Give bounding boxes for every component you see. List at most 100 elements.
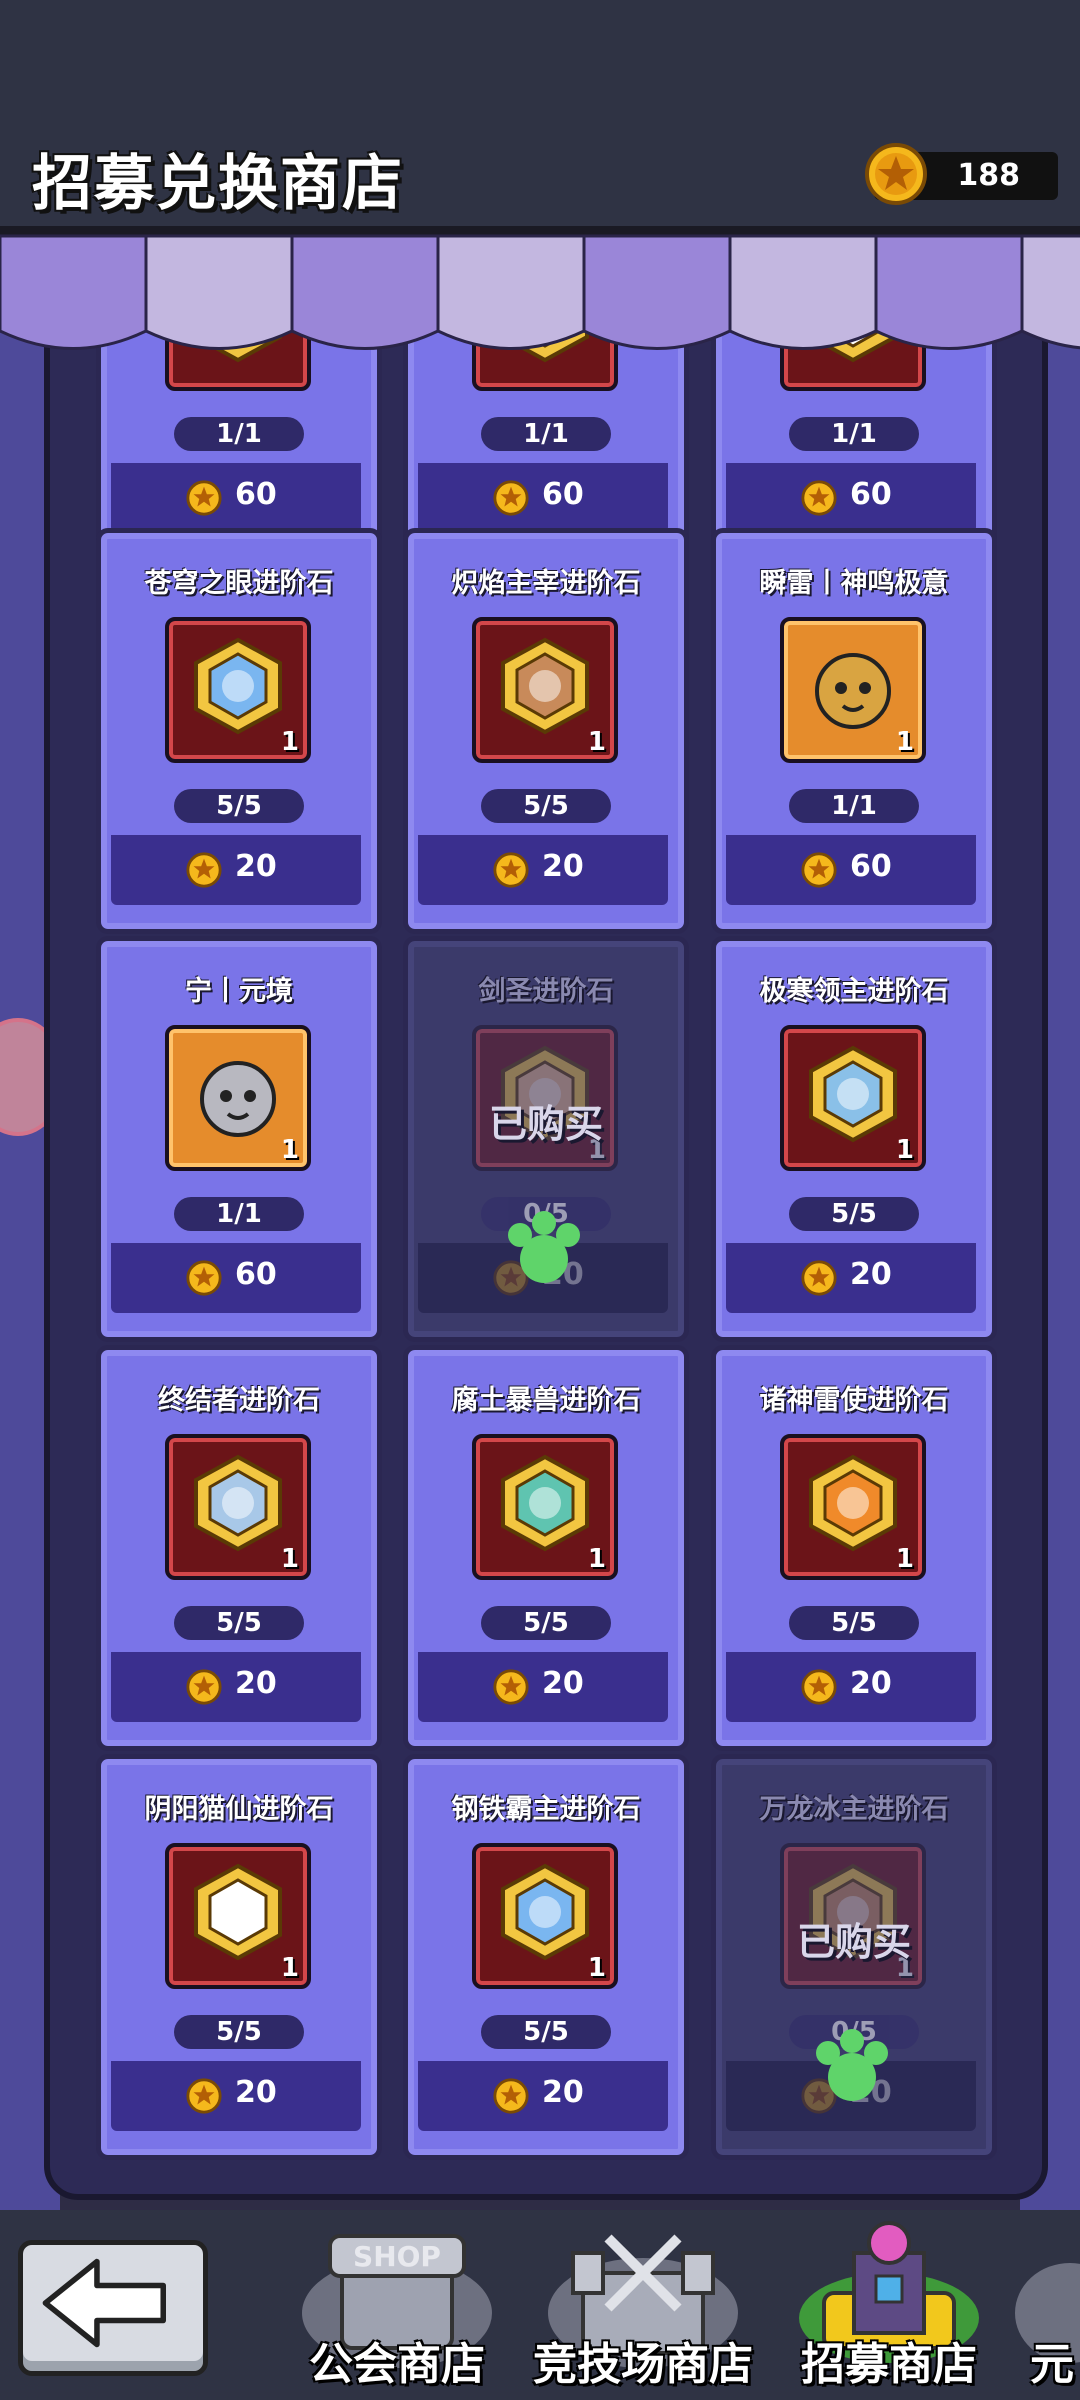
shop-item-card[interactable]: 极寒领主进阶石 1 5/5 20 xyxy=(711,936,997,1342)
item-quantity: 1 xyxy=(895,1135,914,1165)
shop-screen: 招募兑换商店 188 1/1 60 1/1 60 1/1 60 苍穹之眼进阶石 … xyxy=(0,0,1080,2400)
coin-icon xyxy=(186,1260,222,1296)
item-name: 腐土暴兽进阶石 xyxy=(451,1385,641,1416)
hex-stone-icon xyxy=(194,1454,282,1552)
item-quantity: 1 xyxy=(587,1953,606,1983)
coin-icon xyxy=(493,852,529,888)
currency-display: 188 xyxy=(865,143,1058,205)
stock-counter: 1/1 xyxy=(481,417,611,451)
item-name: 终结者进阶石 xyxy=(158,1385,320,1416)
stock-counter: 5/5 xyxy=(174,2015,304,2049)
price-value: 20 xyxy=(542,849,584,884)
price-value: 60 xyxy=(850,849,892,884)
coin-icon xyxy=(801,1669,837,1705)
item-icon: 1 xyxy=(472,1843,618,1989)
shop-item-card[interactable]: 阴阳猫仙进阶石 1 5/5 20 xyxy=(96,1754,382,2160)
tab-next-shop-label: 元 xyxy=(1030,2339,1074,2390)
shop-item-card[interactable]: 剑圣进阶石 1 0/5 20 已购买 xyxy=(403,936,689,1342)
recruit-coin-icon xyxy=(865,143,927,205)
price-button[interactable]: 20 xyxy=(726,1652,976,1722)
price-value: 20 xyxy=(235,2075,277,2110)
item-name: 剑圣进阶石 xyxy=(478,976,614,1007)
shop-grid-panel[interactable]: 1/1 60 1/1 60 1/1 60 苍穹之眼进阶石 1 5/5 20 炽焰… xyxy=(44,300,1048,2200)
item-quantity: 1 xyxy=(280,1544,299,1574)
price-button[interactable]: 20 xyxy=(418,2061,668,2131)
item-quantity: 1 xyxy=(280,1953,299,1983)
shop-item-card[interactable]: 腐土暴兽进阶石 1 5/5 20 xyxy=(403,1345,689,1751)
item-icon: 1 xyxy=(165,617,311,763)
item-icon: 1 xyxy=(780,1434,926,1580)
price-value: 60 xyxy=(542,477,584,512)
hex-stone-icon xyxy=(194,637,282,735)
shop-item-card[interactable]: 钢铁霸主进阶石 1 5/5 20 xyxy=(403,1754,689,2160)
price-value: 20 xyxy=(850,1257,892,1292)
tab-arena-shop[interactable]: 竞技场商店 xyxy=(518,2218,768,2400)
shop-item-card[interactable]: 炽焰主宰进阶石 1 5/5 20 xyxy=(403,528,689,934)
hex-stone-icon xyxy=(194,1863,282,1961)
price-button[interactable]: 60 xyxy=(111,1243,361,1313)
price-value: 20 xyxy=(850,1666,892,1701)
coin-icon xyxy=(801,1260,837,1296)
coin-icon xyxy=(186,852,222,888)
shop-item-card[interactable]: 宁丨元境 1 1/1 60 xyxy=(96,936,382,1342)
tab-recruit-shop[interactable]: 招募商店 xyxy=(764,2218,1014,2400)
item-icon: 1 xyxy=(165,1025,311,1171)
item-icon: 1 xyxy=(472,617,618,763)
item-name: 诸神雷使进阶石 xyxy=(759,1385,949,1416)
price-value: 20 xyxy=(235,1666,277,1701)
shop-item-card[interactable]: 万龙冰主进阶石 1 0/5 20 已购买 xyxy=(711,1754,997,2160)
price-button[interactable]: 20 xyxy=(111,835,361,905)
awning xyxy=(0,226,1080,350)
hex-stone-icon xyxy=(501,1454,589,1552)
item-name: 阴阳猫仙进阶石 xyxy=(144,1794,334,1825)
coin-icon xyxy=(186,1669,222,1705)
page-title: 招募兑换商店 xyxy=(32,149,404,219)
price-button[interactable]: 60 xyxy=(726,835,976,905)
sold-out-label: 已购买 xyxy=(488,1102,603,1146)
stock-counter: 5/5 xyxy=(789,1197,919,1231)
item-name: 宁丨元境 xyxy=(185,976,293,1007)
price-button[interactable]: 60 xyxy=(726,463,976,533)
item-name: 炽焰主宰进阶石 xyxy=(451,568,641,599)
item-name: 极寒领主进阶石 xyxy=(759,976,949,1007)
price-button[interactable]: 60 xyxy=(111,463,361,533)
item-icon: 1 xyxy=(780,617,926,763)
shop-item-card[interactable]: 苍穹之眼进阶石 1 5/5 20 xyxy=(96,528,382,934)
sold-out-label: 已购买 xyxy=(796,1920,911,1964)
coin-icon xyxy=(801,480,837,516)
price-button[interactable]: 20 xyxy=(726,1243,976,1313)
price-value: 60 xyxy=(235,1257,277,1292)
item-name: 钢铁霸主进阶石 xyxy=(451,1794,641,1825)
price-value: 20 xyxy=(235,849,277,884)
hero-portrait-icon xyxy=(815,653,891,729)
shop-item-card[interactable]: 诸神雷使进阶石 1 5/5 20 xyxy=(711,1345,997,1751)
price-value: 20 xyxy=(542,1666,584,1701)
item-icon: 1 xyxy=(165,1843,311,1989)
price-button[interactable]: 60 xyxy=(418,463,668,533)
price-button[interactable]: 20 xyxy=(111,2061,361,2131)
tab-next-shop[interactable]: 元 xyxy=(1010,2218,1080,2400)
coin-icon xyxy=(493,1669,529,1705)
item-name: 苍穹之眼进阶石 xyxy=(144,568,334,599)
item-quantity: 1 xyxy=(587,727,606,757)
item-icon: 1 xyxy=(165,1434,311,1580)
price-button[interactable]: 20 xyxy=(418,835,668,905)
coin-icon xyxy=(493,480,529,516)
stock-counter: 5/5 xyxy=(174,789,304,823)
stock-counter: 5/5 xyxy=(789,1606,919,1640)
tab-guild-shop[interactable]: SHOP 公会商店 xyxy=(272,2218,522,2400)
hex-stone-icon xyxy=(809,1045,897,1143)
price-value: 60 xyxy=(235,477,277,512)
shop-item-card[interactable]: 瞬雷丨神鸣极意 1 1/1 60 xyxy=(711,528,997,934)
shop-item-card[interactable]: 终结者进阶石 1 5/5 20 xyxy=(96,1345,382,1751)
tab-arena-shop-label: 竞技场商店 xyxy=(533,2339,753,2390)
stock-counter: 1/1 xyxy=(174,417,304,451)
back-button[interactable] xyxy=(18,2240,208,2376)
stock-counter: 1/1 xyxy=(789,417,919,451)
price-button[interactable]: 20 xyxy=(418,1652,668,1722)
item-name: 万龙冰主进阶石 xyxy=(759,1794,949,1825)
item-icon: 1 xyxy=(780,1025,926,1171)
tab-recruit-shop-label: 招募商店 xyxy=(801,2339,977,2390)
price-button[interactable]: 20 xyxy=(111,1652,361,1722)
coin-icon xyxy=(186,480,222,516)
